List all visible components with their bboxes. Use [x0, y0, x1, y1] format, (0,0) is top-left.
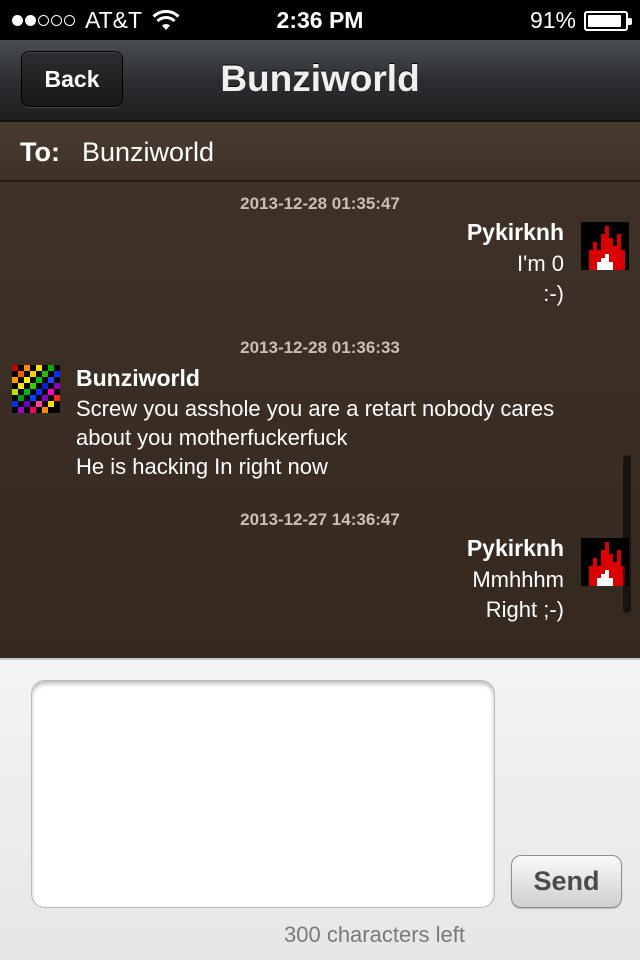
characters-left-label: 300 characters left	[284, 922, 465, 947]
message-timestamp: 2013-12-27 14:36:47	[240, 510, 400, 529]
message-sender: Bunziworld	[76, 365, 200, 391]
message-line: Mmhhhm	[472, 567, 564, 592]
battery-percent: 91%	[529, 7, 576, 33]
battery-icon	[584, 10, 632, 31]
message-list[interactable]: 2013-12-28 01:35:47 Pykirknh I'm 0 :-) 2…	[0, 182, 640, 658]
message-line: He is hacking In right now	[76, 454, 328, 479]
message-line: I'm 0	[517, 251, 564, 276]
compose-area: Send 300 characters left	[0, 658, 640, 960]
navigation-bar: Back Bunziworld	[0, 40, 640, 122]
message-line: :-)	[543, 281, 564, 306]
message-line: Right ;-)	[485, 597, 564, 622]
message-sender: Pykirknh	[466, 219, 564, 245]
scrollbar[interactable]	[623, 455, 631, 613]
message-timestamp: 2013-12-28 01:36:33	[240, 338, 400, 357]
message-sender: Pykirknh	[466, 535, 564, 561]
message-line: about you motherfuckerfuck	[76, 425, 348, 450]
message-input[interactable]	[31, 680, 495, 908]
fire-icon	[581, 538, 629, 586]
page-title: Bunziworld	[220, 58, 420, 99]
message-line: Screw you asshole you are a retart nobod…	[76, 396, 555, 421]
message-timestamp: 2013-12-28 01:35:47	[240, 194, 400, 213]
status-bar: AT&T 2:36 PM 91%	[0, 0, 640, 40]
recipient-label: To:	[20, 137, 60, 167]
fire-icon	[581, 222, 629, 270]
rainbow-pixel-icon	[12, 365, 60, 413]
recipient-bar: To: Bunziworld	[0, 122, 640, 182]
send-button[interactable]: Send	[511, 855, 622, 908]
recipient-value: Bunziworld	[82, 137, 215, 167]
